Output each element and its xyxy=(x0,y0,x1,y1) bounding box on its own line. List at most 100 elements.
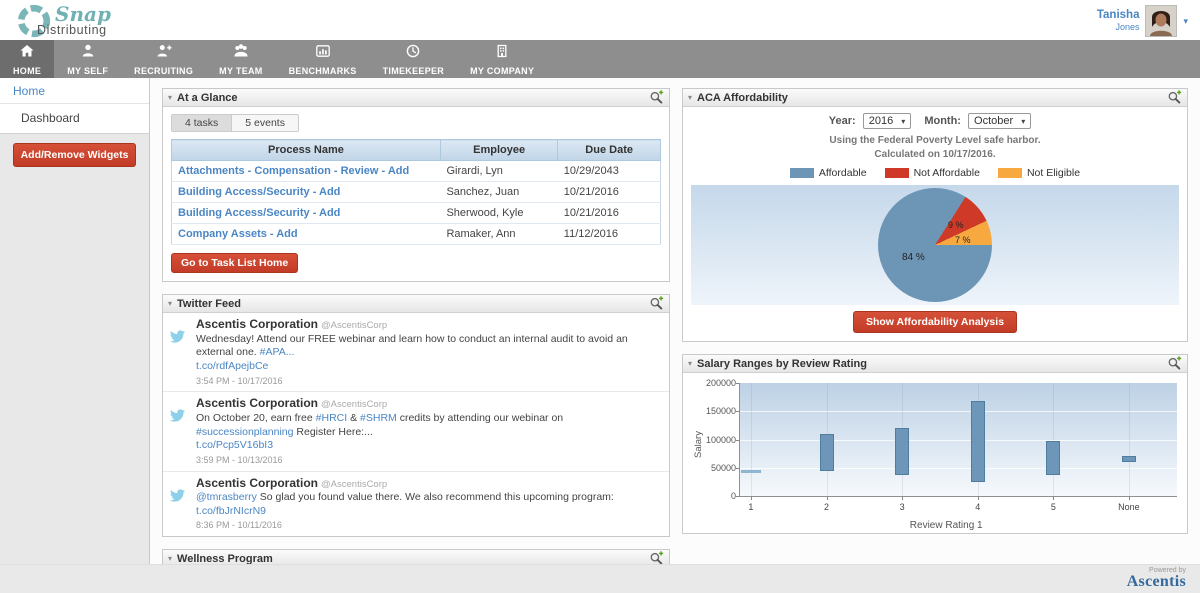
collapse-icon[interactable]: ▾ xyxy=(688,93,692,102)
process-link[interactable]: Attachments - Compensation - Review - Ad… xyxy=(178,165,409,177)
twitter-bird-icon xyxy=(167,476,196,533)
tweet-url-link[interactable]: t.co/rdfApejbCe xyxy=(196,360,268,372)
aca-controls: Year: 2016 ▾ Month: October ▾ xyxy=(691,113,1179,129)
benchmarks-icon xyxy=(315,43,331,64)
hashtag-link[interactable]: #APA... xyxy=(260,346,295,358)
aca-note-line2: Calculated on 10/17/2016. xyxy=(874,148,996,160)
legend-label: Not Eligible xyxy=(1026,167,1081,179)
month-select[interactable]: October ▾ xyxy=(968,113,1032,129)
mention-link[interactable]: @tmrasberry xyxy=(196,491,257,503)
user-menu[interactable]: Tanisha Jones ▾ xyxy=(1097,5,1188,37)
collapse-icon[interactable]: ▾ xyxy=(168,93,172,102)
my-self-icon xyxy=(80,43,96,64)
tab-tasks[interactable]: 4 tasks xyxy=(172,115,233,131)
nav-item-benchmarks[interactable]: BENCHMARKS xyxy=(276,40,370,78)
process-link[interactable]: Building Access/Security - Add xyxy=(178,186,340,198)
tweet-author[interactable]: Ascentis Corporation xyxy=(196,396,318,410)
tab-group: 4 tasks 5 events xyxy=(171,114,299,132)
nav-label: RECRUITING xyxy=(134,65,194,76)
hashtag-link[interactable]: #successionplanning xyxy=(196,426,293,438)
legend-swatch xyxy=(789,168,814,178)
tweet-url-link[interactable]: t.co/Pcp5V16bI3 xyxy=(196,439,273,451)
pie-slice-label: 7 % xyxy=(955,235,971,245)
x-tick xyxy=(750,496,752,500)
user-name: Tanisha Jones xyxy=(1097,9,1140,33)
my-team-icon xyxy=(233,43,249,64)
tweet-url-link[interactable]: t.co/fbJrNIcrN9 xyxy=(196,505,266,517)
magnifier-plus-icon[interactable] xyxy=(649,296,664,311)
main-nav: HOME MY SELF RECRUITING MY TEAM BENCHMAR… xyxy=(0,40,1200,78)
column-header-process: Process Name xyxy=(171,139,441,161)
hashtag-link[interactable]: #HRCI xyxy=(316,412,348,424)
sidebar-menu: Home Dashboard xyxy=(0,78,149,134)
tweet-author[interactable]: Ascentis Corporation xyxy=(196,317,318,331)
text-segment: Register Here:... xyxy=(293,425,373,438)
employee-cell: Ramaker, Ann xyxy=(440,223,558,245)
user-last-name: Jones xyxy=(1115,22,1140,33)
aca-body: Year: 2016 ▾ Month: October ▾ Using the Fe… xyxy=(683,107,1187,341)
table-row: Building Access/Security - Add Sanchez, … xyxy=(171,181,661,203)
gridline xyxy=(740,411,1177,413)
tweet-time: 3:59 PM - 10/13/2016 xyxy=(196,454,283,465)
add-remove-widgets-button[interactable]: Add/Remove Widgets xyxy=(13,143,136,167)
widget-header: ▾ ACA Affordability xyxy=(683,89,1187,107)
tweet-text: Wednesday! Attend our FREE webinar and l… xyxy=(196,333,661,360)
collapse-icon[interactable]: ▾ xyxy=(168,554,172,563)
x-tick-label: 2 xyxy=(824,502,830,512)
aca-note-line1: Using the Federal Poverty Level safe har… xyxy=(829,135,1041,146)
nav-item-my-company[interactable]: MY COMPANY xyxy=(457,40,547,78)
column-header-employee: Employee xyxy=(439,139,559,161)
process-link[interactable]: Building Access/Security - Add xyxy=(178,207,340,219)
nav-label: MY COMPANY xyxy=(470,65,535,76)
chevron-down-icon: ▾ xyxy=(1021,116,1026,126)
user-first-name: Tanisha xyxy=(1096,9,1140,22)
widget-title: ACA Affordability xyxy=(697,91,788,104)
chevron-down-icon[interactable]: ▾ xyxy=(1183,16,1188,27)
nav-item-timekeeper[interactable]: TIMEKEEPER xyxy=(370,40,458,78)
y-tick-label: 150000 xyxy=(705,406,736,417)
y-tick xyxy=(736,496,740,497)
recruiting-icon xyxy=(156,43,172,64)
magnifier-plus-icon[interactable] xyxy=(1167,356,1182,371)
tasks-table: Process Name Employee Due Date Attachmen… xyxy=(171,139,661,245)
employee-cell: Girardi, Lyn xyxy=(440,160,558,182)
month-label: Month: xyxy=(924,115,961,127)
x-tick-label: 3 xyxy=(899,502,905,512)
avatar[interactable] xyxy=(1145,5,1178,37)
collapse-icon[interactable]: ▾ xyxy=(688,359,692,368)
table-row: Company Assets - Add Ramaker, Ann 11/12/… xyxy=(171,223,661,245)
text-segment: On October 20, earn free xyxy=(196,411,316,424)
nav-item-home[interactable]: HOME xyxy=(0,40,55,78)
dashboard-page: Snap Distributing Tanisha Jones ▾ HOME M… xyxy=(0,0,1200,593)
legend-item: Not Affordable xyxy=(884,167,980,179)
sidebar-item-dashboard[interactable]: Dashboard xyxy=(0,104,149,133)
due-date-cell: 10/21/2016 xyxy=(557,202,661,224)
process-link[interactable]: Company Assets - Add xyxy=(178,228,298,240)
nav-label: MY TEAM xyxy=(219,65,263,76)
hashtag-link[interactable]: #SHRM xyxy=(360,412,397,424)
tab-events[interactable]: 5 events xyxy=(232,115,298,131)
collapse-icon[interactable]: ▾ xyxy=(168,299,172,308)
magnifier-plus-icon[interactable] xyxy=(1167,90,1182,105)
chevron-down-icon: ▾ xyxy=(901,116,906,126)
go-to-task-list-button[interactable]: Go to Task List Home xyxy=(171,253,299,273)
widget-title: At a Glance xyxy=(177,91,238,104)
show-affordability-analysis-button[interactable]: Show Affordability Analysis xyxy=(852,311,1018,333)
y-tick xyxy=(736,439,740,441)
tweet-author[interactable]: Ascentis Corporation xyxy=(196,476,318,490)
sidebar-item-home[interactable]: Home xyxy=(0,78,149,104)
nav-item-recruiting[interactable]: RECRUITING xyxy=(121,40,206,78)
home-icon xyxy=(19,43,35,64)
gridline xyxy=(750,383,752,496)
nav-item-my-team[interactable]: MY TEAM xyxy=(206,40,275,78)
tweet-body: Ascentis Corporation @AscentisCorp @tmras… xyxy=(196,476,661,533)
pie-slice-label: 9 % xyxy=(948,220,964,230)
aca-pie-chart: 84 % 9 % 7 % xyxy=(878,188,992,302)
nav-label: BENCHMARKS xyxy=(288,65,357,76)
at-a-glance-body: 4 tasks 5 events Process Name Employee D… xyxy=(163,107,669,281)
my-company-icon xyxy=(494,43,510,64)
nav-item-my-self[interactable]: MY SELF xyxy=(54,40,121,78)
year-select[interactable]: 2016 ▾ xyxy=(862,113,912,129)
x-tick-label: None xyxy=(1118,502,1140,512)
magnifier-plus-icon[interactable] xyxy=(649,90,664,105)
